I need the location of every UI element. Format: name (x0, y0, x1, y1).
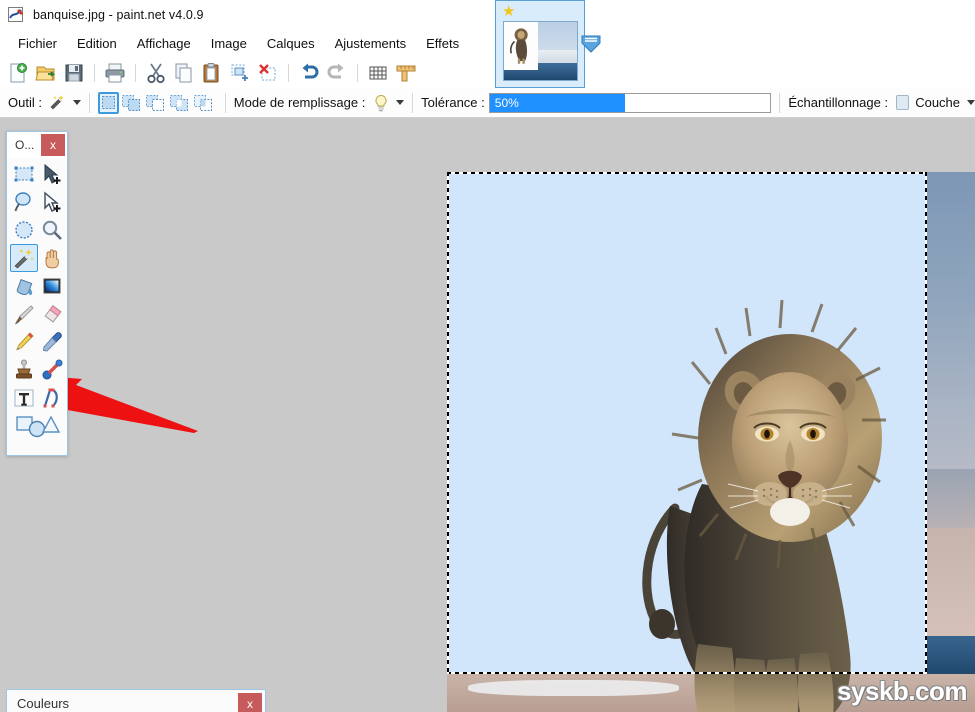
selection-mode-xor[interactable] (169, 92, 191, 114)
tool-dropdown-caret[interactable] (72, 100, 81, 105)
selection-mode-intersect[interactable] (193, 92, 215, 114)
main-toolbar (0, 58, 975, 88)
copy-icon[interactable] (171, 60, 197, 86)
paintnet-window: banquise.jpg - paint.net v4.0.9 Fichier … (0, 0, 975, 712)
move-selection-tool[interactable] (38, 188, 66, 216)
toolbar-divider (357, 64, 358, 82)
new-icon[interactable] (5, 60, 31, 86)
save-icon[interactable] (61, 60, 87, 86)
options-divider (779, 92, 781, 113)
tool-label: Outil : (8, 95, 42, 110)
tools-window[interactable]: O... x (6, 131, 68, 456)
gradient-tool[interactable] (38, 272, 66, 300)
paintnet-icon (7, 6, 25, 24)
color-picker-tool[interactable] (38, 328, 66, 356)
watermark: syskb.com (837, 676, 967, 706)
deselect-icon[interactable] (255, 60, 281, 86)
menu-calques[interactable]: Calques (257, 32, 325, 55)
fill-mode-caret[interactable] (396, 100, 405, 105)
menu-image[interactable]: Image (201, 32, 257, 55)
undo-icon[interactable] (296, 60, 322, 86)
shapes-tool[interactable] (10, 412, 66, 440)
chevron-down-icon[interactable] (580, 33, 602, 55)
crop-to-selection-icon[interactable] (227, 60, 253, 86)
pan-tool[interactable] (38, 244, 66, 272)
menu-affichage[interactable]: Affichage (127, 32, 201, 55)
tool-options-bar: Outil : Mode de remplissage: Tolérance … (0, 88, 975, 118)
selection-mode-union[interactable] (121, 92, 143, 114)
options-divider (412, 92, 414, 113)
tools-window-titlebar[interactable]: O... x (7, 132, 67, 158)
selection-mode-exclude[interactable] (145, 92, 167, 114)
line-curve-tool[interactable] (38, 384, 66, 412)
layer-thumbnail-popup[interactable]: ★ (495, 0, 601, 88)
open-icon[interactable] (33, 60, 59, 86)
tools-grid (7, 158, 67, 440)
menu-effets[interactable]: Effets (416, 32, 469, 55)
pixel-grid-icon[interactable] (365, 60, 391, 86)
menu-ajustements[interactable]: Ajustements (325, 32, 417, 55)
menu-bar: Fichier Edition Affichage Image Calques … (0, 30, 975, 57)
toolbar-divider (135, 64, 136, 82)
tools-window-title: O... (15, 138, 35, 152)
fill-mode-label: Mode de remplissage : (233, 95, 366, 110)
colors-window[interactable]: Couleurs x (6, 689, 266, 712)
title-bar: banquise.jpg - paint.net v4.0.9 (0, 0, 975, 30)
tolerance-slider[interactable]: 50% (488, 92, 772, 113)
paint-bucket-tool[interactable] (10, 272, 38, 300)
tolerance-label: Tolérance : (421, 95, 485, 110)
lasso-select-tool[interactable] (10, 188, 38, 216)
redo-icon[interactable] (324, 60, 350, 86)
magic-wand-tool[interactable] (10, 244, 38, 272)
colors-window-title: Couleurs (17, 696, 70, 711)
ellipse-select-tool[interactable] (10, 216, 38, 244)
document-area[interactable]: syskb.com (0, 118, 975, 712)
layer-thumbnail-image[interactable] (503, 21, 578, 81)
menu-fichier[interactable]: Fichier (8, 32, 67, 55)
window-title: banquise.jpg - paint.net v4.0.9 (33, 8, 204, 22)
options-divider (88, 92, 90, 113)
star-icon: ★ (502, 3, 516, 20)
options-divider (224, 92, 226, 113)
sampling-caret[interactable] (967, 100, 975, 105)
tools-window-close-button[interactable]: x (41, 134, 65, 156)
paste-icon[interactable] (199, 60, 225, 86)
rectangle-select-tool[interactable] (10, 160, 38, 188)
thumb-lion (510, 27, 529, 64)
toolbar-divider (94, 64, 95, 82)
text-tool[interactable] (10, 384, 38, 412)
pencil-tool[interactable] (10, 328, 38, 356)
magic-wand-icon[interactable] (48, 94, 66, 112)
sampling-icon[interactable] (896, 95, 910, 110)
selection-mode-replace[interactable] (97, 91, 119, 114)
tolerance-value: 50% (494, 95, 519, 110)
zoom-tool[interactable] (38, 216, 66, 244)
toolbar-divider (288, 64, 289, 82)
menu-edition[interactable]: Edition (67, 32, 127, 55)
print-icon[interactable] (102, 60, 128, 86)
recolor-tool[interactable] (38, 356, 66, 384)
paintbrush-tool[interactable] (10, 300, 38, 328)
eraser-tool[interactable] (38, 300, 66, 328)
move-selected-tool[interactable] (38, 160, 66, 188)
sampling-value: Couche (915, 95, 961, 110)
lion-cutout (640, 288, 890, 712)
bulb-icon[interactable] (373, 94, 389, 112)
colors-window-close-button[interactable]: x (238, 693, 262, 712)
clone-stamp-tool[interactable] (10, 356, 38, 384)
sampling-label: Échantillonnage : (788, 95, 889, 110)
rulers-icon[interactable] (393, 60, 419, 86)
cut-icon[interactable] (143, 60, 169, 86)
